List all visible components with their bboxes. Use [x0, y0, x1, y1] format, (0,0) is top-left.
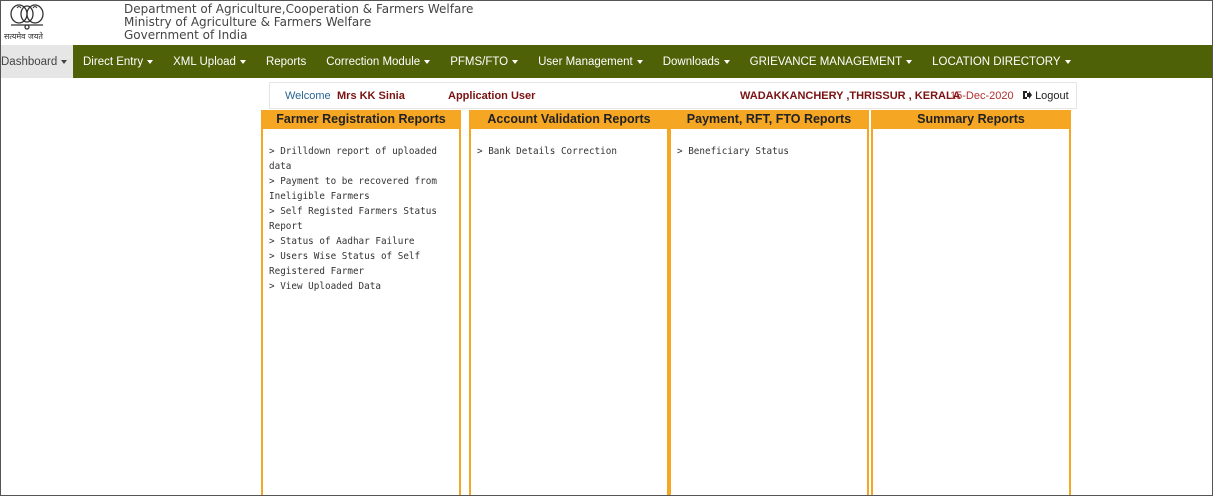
column-account-validation: Account Validation Reports > Bank Detail…: [469, 110, 669, 495]
column-payment-rft-fto: Payment, RFT, FTO Reports > Beneficiary …: [669, 110, 869, 495]
page-frame: सत्यमेव जयते Department of Agriculture,C…: [0, 0, 1213, 496]
report-list: > Drilldown report of uploaded data > Pa…: [263, 129, 459, 294]
logout-link[interactable]: Logout: [1022, 90, 1069, 102]
nav-label: Correction Module: [326, 55, 421, 68]
report-link[interactable]: > Self Registed Farmers Status Report: [269, 204, 453, 234]
nav-label: XML Upload: [173, 55, 236, 68]
nav-label: User Management: [538, 55, 633, 68]
column-farmer-registration: Farmer Registration Reports > Drilldown …: [261, 110, 461, 495]
caret-down-icon: [239, 59, 246, 64]
nav-label: Reports: [265, 55, 307, 68]
user-role: Application User: [448, 90, 536, 102]
nav-pfms-fto[interactable]: PFMS/FTO: [440, 45, 528, 78]
nav-label: GRIEVANCE MANAGEMENT: [749, 55, 903, 68]
government-line: Government of India: [124, 28, 248, 42]
report-link[interactable]: > Users Wise Status of Self Registered F…: [269, 249, 453, 279]
report-link[interactable]: > Status of Aadhar Failure: [269, 234, 453, 249]
user-location: WADAKKANCHERY ,THRISSUR , KERALA: [740, 90, 961, 102]
caret-down-icon: [723, 59, 730, 64]
column-header: Payment, RFT, FTO Reports: [671, 110, 867, 129]
caret-down-icon: [147, 59, 154, 64]
logout-label: Logout: [1035, 90, 1069, 102]
column-header: Summary Reports: [873, 110, 1069, 129]
nav-xml-upload[interactable]: XML Upload: [163, 45, 256, 78]
department-title: Department of Agriculture,Cooperation & …: [124, 3, 473, 42]
site-header: सत्यमेव जयते Department of Agriculture,C…: [1, 1, 1212, 45]
caret-down-icon: [636, 59, 643, 64]
welcome-bar: Welcome Mrs KK Sinia Application User WA…: [269, 82, 1077, 109]
nav-reports[interactable]: Reports: [256, 45, 316, 78]
nav-label: Downloads: [662, 55, 720, 68]
report-list: > Bank Details Correction: [471, 129, 667, 159]
logout-icon: [1023, 91, 1032, 99]
nav-location-directory[interactable]: LOCATION DIRECTORY: [922, 45, 1080, 78]
nav-label: Direct Entry: [83, 55, 144, 68]
emblem-caption: सत्यमेव जयते: [4, 32, 43, 41]
caret-down-icon: [424, 59, 431, 64]
main-navbar: Dashboard Direct Entry XML Upload Report…: [1, 45, 1212, 78]
nav-label: PFMS/FTO: [450, 55, 509, 68]
caret-down-icon: [512, 59, 519, 64]
welcome-label: Welcome: [285, 90, 331, 102]
column-header: Farmer Registration Reports: [263, 110, 459, 129]
column-header: Account Validation Reports: [471, 110, 667, 129]
report-link[interactable]: > Drilldown report of uploaded data: [269, 144, 453, 174]
nav-downloads[interactable]: Downloads: [653, 45, 740, 78]
nav-grievance-management[interactable]: GRIEVANCE MANAGEMENT: [740, 45, 923, 78]
report-list: [873, 129, 1069, 144]
report-link[interactable]: > Bank Details Correction: [477, 144, 661, 159]
column-summary: Summary Reports: [871, 110, 1071, 495]
caret-down-icon: [906, 59, 913, 64]
nav-user-management[interactable]: User Management: [528, 45, 653, 78]
user-name: Mrs KK Sinia: [337, 90, 405, 102]
report-list: > Beneficiary Status: [671, 129, 867, 159]
caret-down-icon: [1064, 59, 1071, 64]
nav-direct-entry[interactable]: Direct Entry: [73, 45, 163, 78]
report-link[interactable]: > Beneficiary Status: [677, 144, 861, 159]
nav-label: Dashboard: [1, 55, 58, 68]
report-link[interactable]: > View Uploaded Data: [269, 279, 453, 294]
current-date: 15-Dec-2020: [950, 90, 1014, 102]
caret-down-icon: [61, 59, 68, 64]
report-link[interactable]: > Payment to be recovered from Ineligibl…: [269, 174, 453, 204]
nav-label: LOCATION DIRECTORY: [932, 55, 1061, 68]
nav-dashboard[interactable]: Dashboard: [1, 45, 73, 78]
nav-correction-module[interactable]: Correction Module: [316, 45, 440, 78]
